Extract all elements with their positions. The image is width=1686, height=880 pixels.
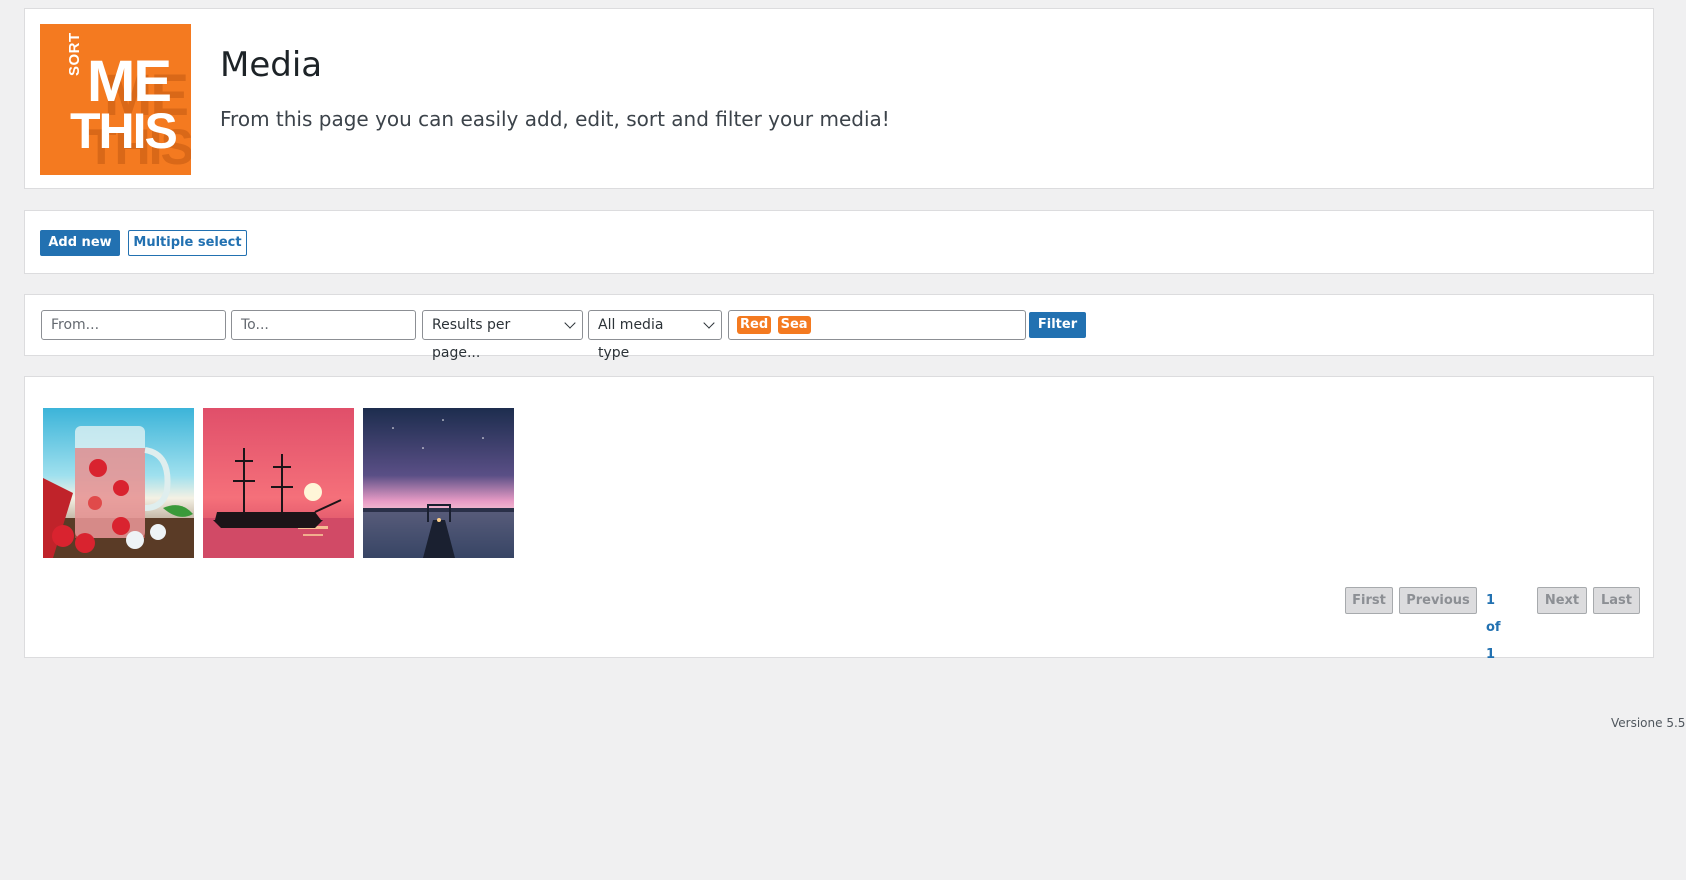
- tags-input[interactable]: Red Sea: [728, 310, 1026, 340]
- header-panel: ME THIS SORT ME THIS Media From this pag…: [24, 8, 1654, 189]
- add-new-button[interactable]: Add new: [40, 230, 120, 256]
- multiple-select-button[interactable]: Multiple select: [128, 230, 247, 256]
- page-description: From this page you can easily add, edit,…: [220, 107, 890, 131]
- pier-starry-sunset-photo-icon: [363, 408, 514, 558]
- previous-page-button[interactable]: Previous: [1399, 587, 1477, 614]
- first-page-button[interactable]: First: [1345, 587, 1393, 614]
- results-per-page-select[interactable]: Results per page...: [422, 310, 583, 361]
- tag-chip[interactable]: Sea: [777, 316, 811, 334]
- toolbar-panel: Add new Multiple select: [24, 210, 1654, 274]
- media-thumbnail[interactable]: [43, 408, 194, 558]
- logo-sort-text: SORT: [66, 32, 83, 76]
- from-date-input[interactable]: From...: [41, 310, 226, 340]
- media-type-select[interactable]: All media type: [588, 310, 722, 361]
- filter-button[interactable]: Filter: [1029, 312, 1086, 338]
- media-thumbnail[interactable]: [363, 408, 514, 558]
- media-thumbnail[interactable]: [203, 408, 354, 558]
- page-title: Media: [220, 45, 323, 85]
- results-per-page-value: Results per page...: [432, 317, 511, 361]
- strawberry-drink-photo-icon: [43, 408, 194, 558]
- version-text: Versione 5.5.3: [1611, 716, 1686, 730]
- tag-chip[interactable]: Red: [737, 316, 772, 334]
- chevron-down-icon: [703, 317, 715, 329]
- filter-panel: From... To... Results per page... All me…: [24, 294, 1654, 361]
- page-info: 1 of 1: [1486, 593, 1501, 662]
- sort-me-this-logo: ME THIS SORT ME THIS: [40, 24, 191, 175]
- logo-this-text: THIS: [70, 103, 178, 159]
- next-page-button[interactable]: Next: [1537, 587, 1587, 614]
- pirate-ship-sunset-photo-icon: [203, 408, 354, 558]
- logo-me-text: ME: [87, 49, 172, 114]
- to-date-input[interactable]: To...: [231, 310, 416, 340]
- media-type-value: All media type: [598, 317, 664, 361]
- media-gallery-panel: First Previous 1 of 1 Next Last: [24, 376, 1654, 662]
- last-page-button[interactable]: Last: [1593, 587, 1640, 614]
- chevron-down-icon: [564, 317, 576, 329]
